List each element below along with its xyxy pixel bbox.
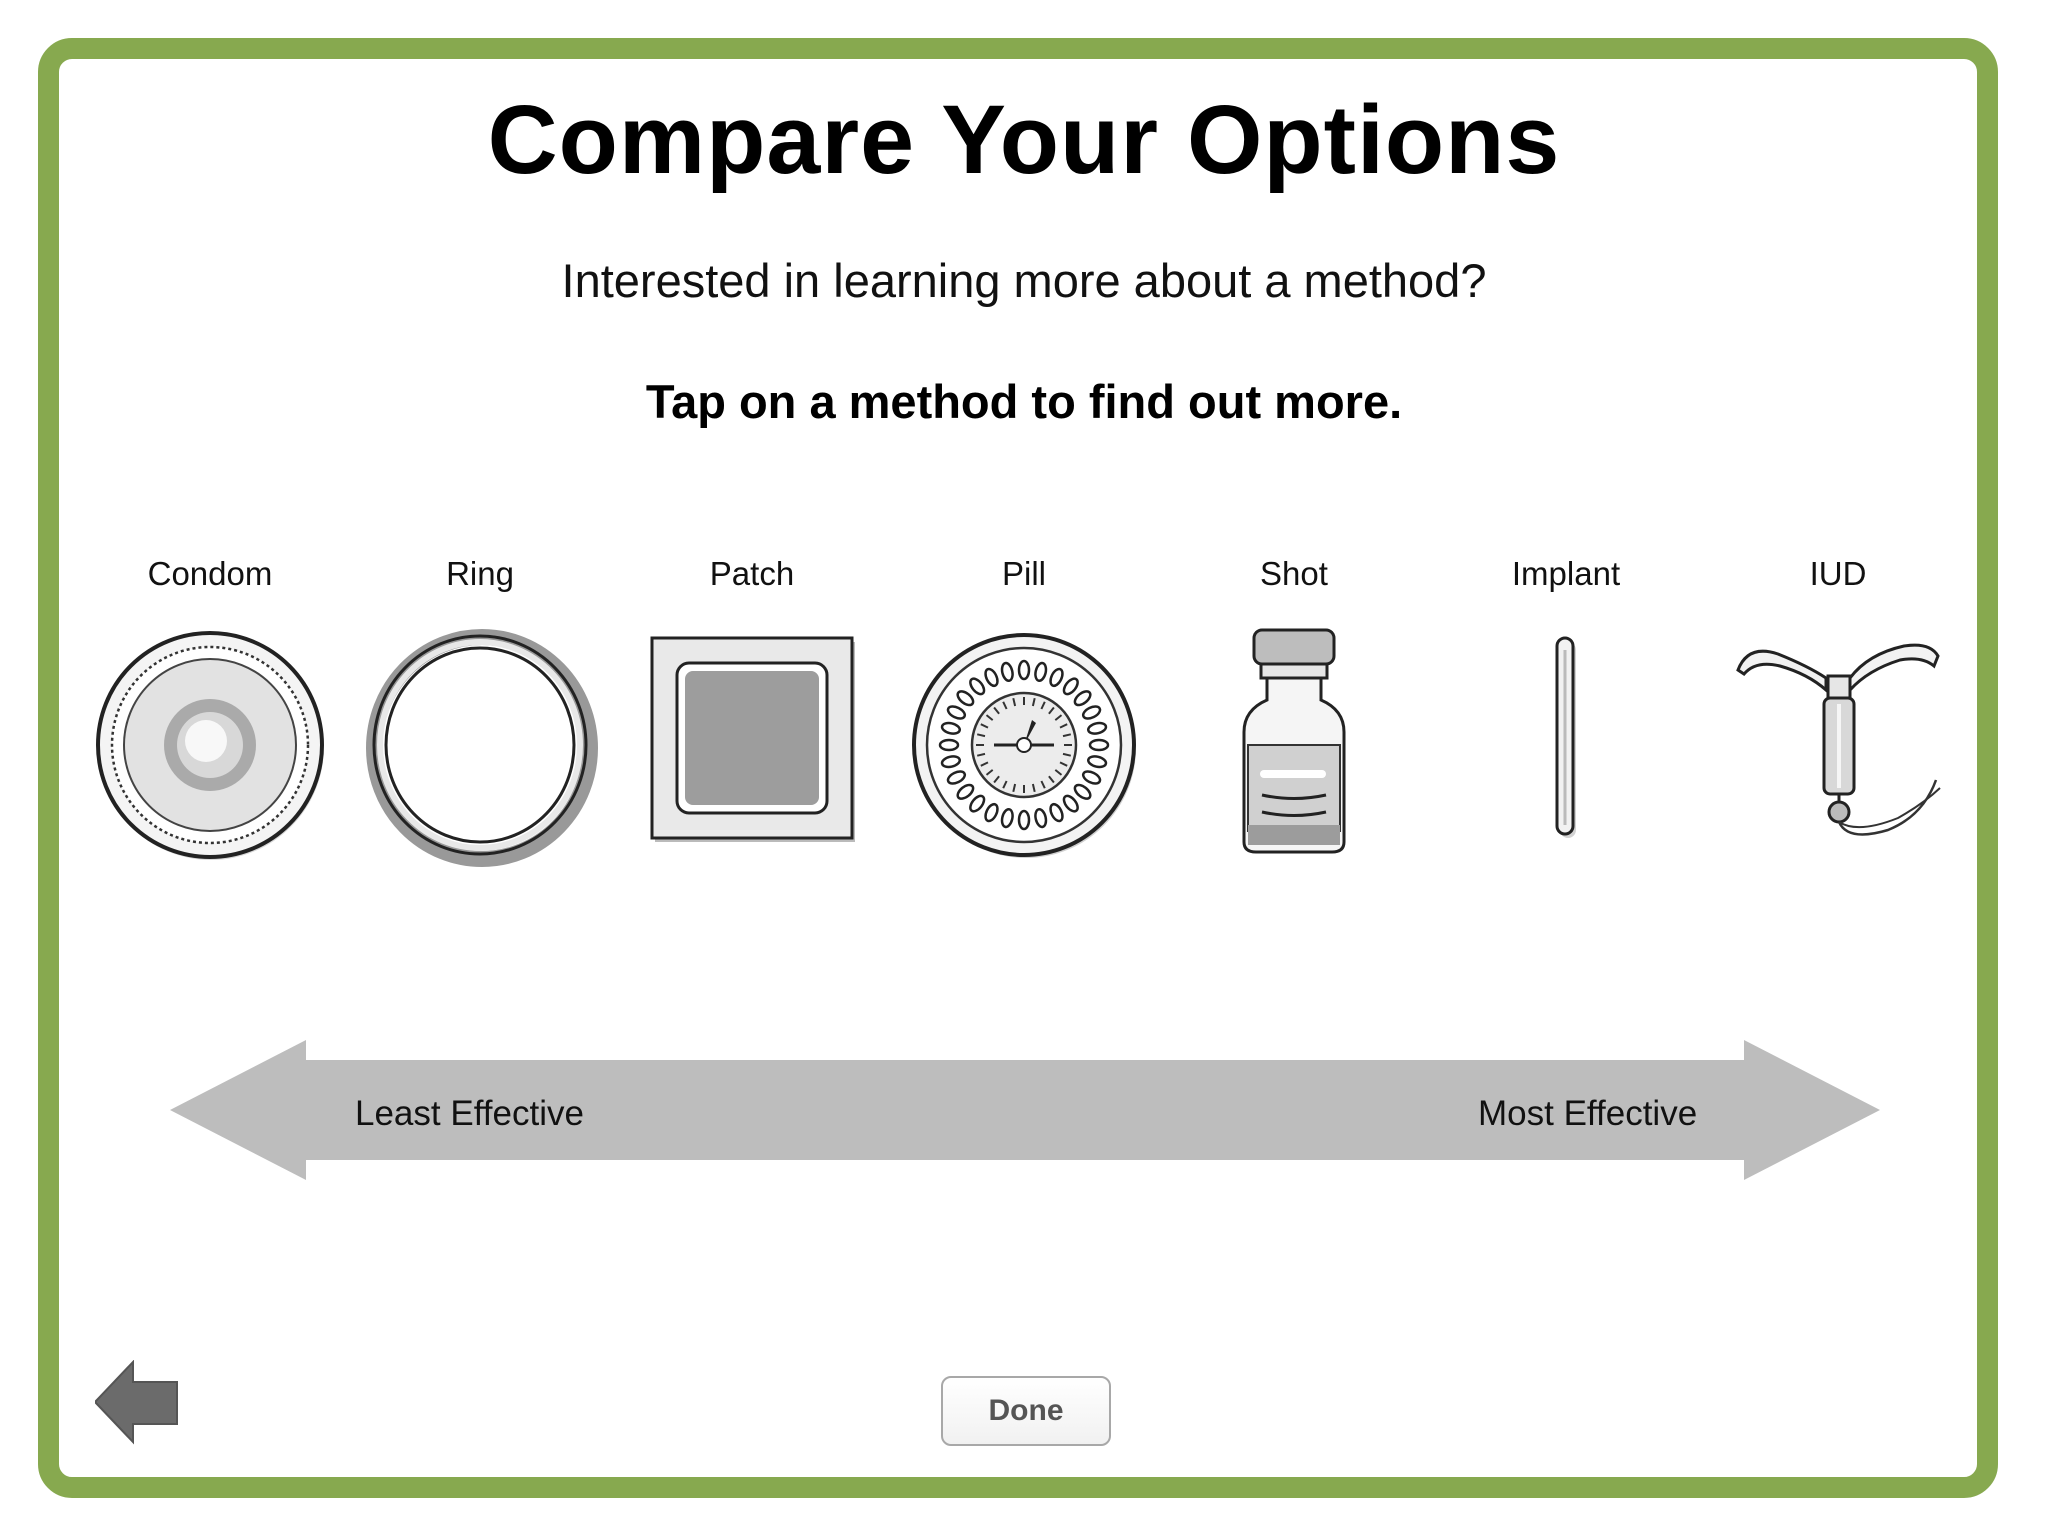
instruction-text: Tap on a method to find out more.	[645, 375, 1403, 428]
most-effective-label: Most Effective	[1478, 1094, 1698, 1133]
method-label: Shot	[1260, 555, 1328, 592]
method-condom[interactable]: Condom	[80, 555, 340, 875]
iud-icon	[1736, 643, 1941, 836]
method-shot[interactable]: Shot	[1164, 555, 1424, 875]
method-pill[interactable]: Pill	[894, 555, 1154, 875]
ring-icon	[366, 629, 598, 867]
method-patch[interactable]: Patch	[622, 555, 882, 875]
vial-icon	[1242, 628, 1346, 854]
method-iud[interactable]: IUD	[1708, 555, 1968, 875]
patch-icon	[650, 636, 855, 842]
method-label: Patch	[709, 555, 795, 592]
back-button[interactable]	[93, 1359, 180, 1445]
method-label: IUD	[1809, 555, 1867, 592]
pill-pack-icon	[912, 633, 1136, 858]
least-effective-label: Least Effective	[355, 1094, 584, 1133]
done-button[interactable]: Done	[941, 1376, 1111, 1446]
condom-icon	[96, 631, 324, 860]
method-label: Pill	[1001, 555, 1046, 592]
method-label: Implant	[1511, 555, 1621, 592]
page-subtitle: Interested in learning more about a meth…	[561, 254, 1487, 307]
implant-rod-icon	[1555, 636, 1576, 838]
method-label: Ring	[446, 555, 514, 592]
page-title: Compare Your Options	[487, 85, 1561, 194]
back-arrow-icon	[93, 1359, 178, 1445]
method-label: Condom	[147, 555, 273, 592]
method-implant[interactable]: Implant	[1436, 555, 1696, 875]
method-ring[interactable]: Ring	[350, 555, 610, 875]
